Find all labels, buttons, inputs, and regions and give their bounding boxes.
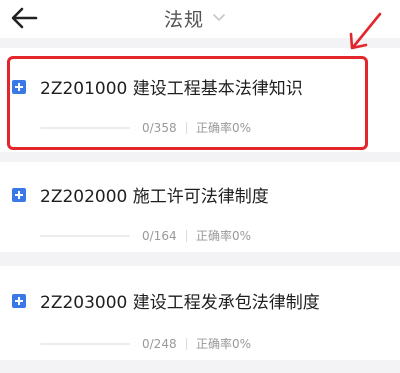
chapter-card[interactable]: 2Z203000 建设工程发承包法律制度 0/248 正确率0% — [0, 266, 400, 360]
subject-selector[interactable]: 法规 — [164, 6, 226, 31]
question-count: 0/164 — [142, 228, 177, 243]
chapter-header[interactable]: 2Z202000 施工许可法律制度 — [12, 182, 269, 207]
annotation-arrow-icon — [349, 12, 382, 50]
chapter-header[interactable]: 2Z203000 建设工程发承包法律制度 — [12, 288, 320, 313]
chapter-title: 2Z203000 建设工程发承包法律制度 — [40, 293, 320, 313]
accuracy-rate: 正确率0% — [196, 229, 252, 243]
expand-plus-icon[interactable] — [12, 187, 26, 202]
chapter-card[interactable]: 2Z202000 施工许可法律制度 0/164 正确率0% — [0, 162, 400, 252]
page-title: 法规 — [164, 8, 205, 31]
divider — [186, 229, 187, 242]
chevron-down-icon — [213, 14, 225, 22]
divider — [186, 337, 187, 350]
back-button[interactable] — [8, 5, 42, 31]
chapter-title: 2Z202000 施工许可法律制度 — [40, 187, 269, 207]
annotation-highlight-box — [7, 56, 368, 150]
chapter-progress: 0/248 正确率0% — [40, 335, 251, 352]
accuracy-rate: 正确率0% — [196, 337, 252, 351]
arrow-left-icon — [11, 7, 38, 29]
progress-bar — [40, 234, 130, 237]
expand-plus-icon[interactable] — [12, 293, 26, 308]
chapter-progress: 0/164 正确率0% — [40, 227, 251, 244]
question-count: 0/248 — [142, 336, 177, 351]
progress-bar — [40, 342, 130, 345]
